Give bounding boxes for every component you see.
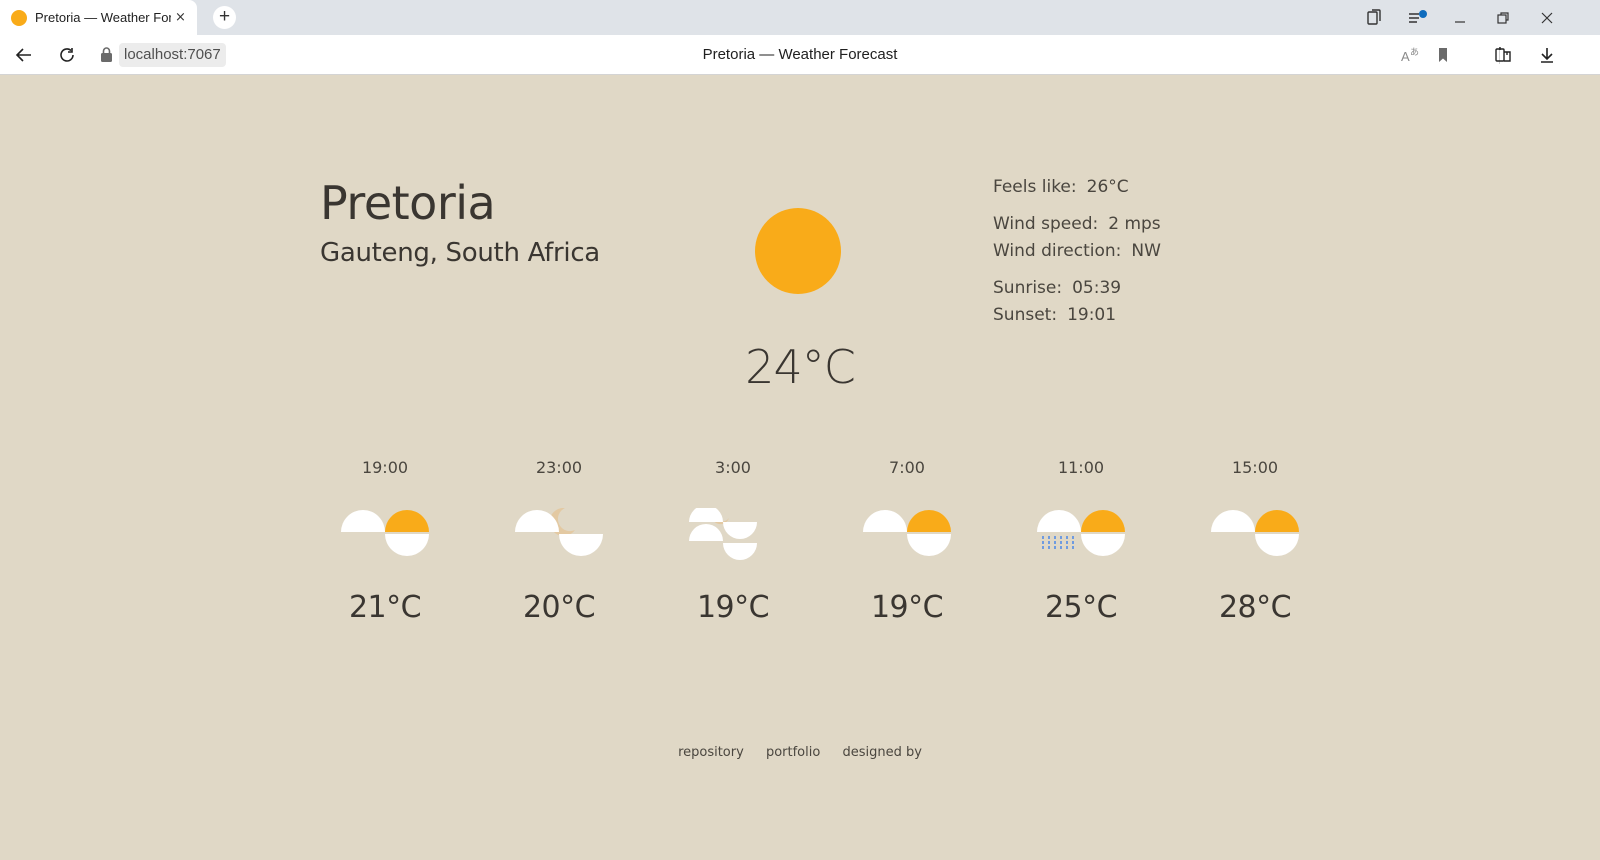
restore-icon bbox=[1497, 12, 1509, 24]
forecast-item: 11:00 25°C bbox=[1016, 456, 1146, 656]
weather-details: Feels like: 26°C Wind speed: 2 mps Wind di… bbox=[993, 174, 1253, 329]
close-tab-icon[interactable]: × bbox=[172, 9, 189, 26]
rain-sun-icon bbox=[1037, 510, 1125, 556]
tab-strip: Pretoria — Weather Forecast × + bbox=[0, 0, 1600, 35]
sunrise-row: Sunrise: 05:39 bbox=[993, 275, 1253, 302]
read-aloud-button[interactable]: Aあ bbox=[1392, 35, 1426, 75]
restore-button[interactable] bbox=[1481, 0, 1525, 35]
feels-like-row: Feels like: 26°C bbox=[993, 174, 1253, 201]
region-name: Gauteng, South Africa bbox=[320, 238, 600, 268]
translate-icon: Aあ bbox=[1401, 47, 1419, 64]
collections-button[interactable] bbox=[1352, 0, 1396, 35]
forecast-temperature: 19°C bbox=[696, 590, 770, 625]
city-name: Pretoria bbox=[320, 176, 496, 230]
downloads-button[interactable] bbox=[1530, 35, 1564, 75]
reload-button[interactable] bbox=[50, 35, 84, 75]
sunset-value: 19:01 bbox=[1067, 305, 1117, 325]
forecast-temperature: 25°C bbox=[1044, 590, 1118, 625]
forecast-temperature: 20°C bbox=[522, 590, 596, 625]
wind-direction-value: NW bbox=[1131, 241, 1161, 261]
reading-list-icon bbox=[1409, 10, 1427, 23]
back-arrow-icon bbox=[15, 48, 31, 62]
forecast-temperature: 19°C bbox=[870, 590, 944, 625]
forecast-item: 7:00 19°C bbox=[842, 456, 972, 656]
wind-speed-label: Wind speed: bbox=[993, 214, 1099, 234]
portfolio-link[interactable]: portfolio bbox=[766, 745, 820, 760]
cloud-sun-icon bbox=[341, 510, 429, 556]
extensions-icon bbox=[1495, 47, 1511, 62]
back-button[interactable] bbox=[7, 35, 41, 75]
browser-tab[interactable]: Pretoria — Weather Forecast × bbox=[0, 0, 197, 35]
repository-link[interactable]: repository bbox=[678, 745, 744, 760]
sunrise-value: 05:39 bbox=[1072, 278, 1122, 298]
wind-direction-label: Wind direction: bbox=[993, 241, 1122, 261]
forecast-item: 15:00 28°C bbox=[1190, 456, 1320, 656]
close-window-icon bbox=[1541, 12, 1553, 24]
bookmark-icon bbox=[1439, 48, 1447, 62]
collections-icon bbox=[1367, 9, 1381, 25]
sunrise-label: Sunrise: bbox=[993, 278, 1063, 298]
extensions-button[interactable] bbox=[1486, 35, 1520, 75]
tab-title: Pretoria — Weather Forecast bbox=[35, 10, 171, 25]
forecast-time: 15:00 bbox=[1231, 458, 1279, 477]
cloud-sun-icon bbox=[1211, 510, 1299, 556]
sun-icon bbox=[755, 208, 841, 294]
hourly-forecast: 19:00 21°C 23:00 20°C 3:00 19°C 7:00 19°… bbox=[320, 456, 1299, 656]
forecast-time: 7:00 bbox=[889, 458, 925, 477]
current-temperature: 24°C bbox=[745, 340, 856, 394]
cloud-moon-icon bbox=[515, 508, 603, 556]
forecast-time: 11:00 bbox=[1057, 458, 1105, 477]
forecast-time: 19:00 bbox=[361, 458, 409, 477]
minimize-icon bbox=[1455, 21, 1465, 23]
close-window-button[interactable] bbox=[1525, 0, 1569, 35]
download-icon bbox=[1541, 48, 1553, 63]
feels-like-label: Feels like: bbox=[993, 177, 1077, 197]
weather-page: Pretoria Gauteng, South Africa 24°C Feel… bbox=[0, 76, 1600, 860]
minimize-button[interactable] bbox=[1438, 0, 1482, 35]
reading-list-button[interactable] bbox=[1395, 0, 1439, 35]
wind-direction-row: Wind direction: NW bbox=[993, 238, 1253, 265]
wind-speed-row: Wind speed: 2 mps bbox=[993, 211, 1253, 238]
svg-text:あ: あ bbox=[1410, 47, 1419, 57]
forecast-item: 19:00 21°C bbox=[320, 456, 450, 656]
wind-speed-value: 2 mps bbox=[1108, 214, 1161, 234]
address-toolbar: localhost:7067 Pretoria — Weather Foreca… bbox=[0, 35, 1600, 75]
bookmark-button[interactable] bbox=[1426, 35, 1460, 75]
lock-icon[interactable] bbox=[99, 45, 114, 65]
reload-icon bbox=[60, 48, 74, 62]
page-title: Pretoria — Weather Forecast bbox=[702, 46, 898, 63]
forecast-item: 3:00 19°C bbox=[668, 456, 798, 656]
cloud-sun-icon bbox=[863, 510, 951, 556]
footer: repository portfolio designed by bbox=[0, 745, 1600, 760]
favicon-icon bbox=[11, 10, 27, 26]
sunset-row: Sunset: 19:01 bbox=[993, 302, 1253, 329]
sunset-label: Sunset: bbox=[993, 305, 1058, 325]
forecast-temperature: 21°C bbox=[348, 590, 422, 625]
url-field[interactable]: localhost:7067 bbox=[119, 43, 226, 67]
designed-by-link[interactable]: designed by bbox=[842, 745, 921, 760]
clouds-moon-icon bbox=[689, 508, 757, 560]
forecast-time: 23:00 bbox=[535, 458, 583, 477]
forecast-temperature: 28°C bbox=[1218, 590, 1292, 625]
new-tab-button[interactable]: + bbox=[213, 6, 236, 29]
svg-text:A: A bbox=[1401, 49, 1410, 64]
forecast-time: 3:00 bbox=[715, 458, 751, 477]
feels-like-value: 26°C bbox=[1086, 177, 1129, 197]
forecast-item: 23:00 20°C bbox=[494, 456, 624, 656]
